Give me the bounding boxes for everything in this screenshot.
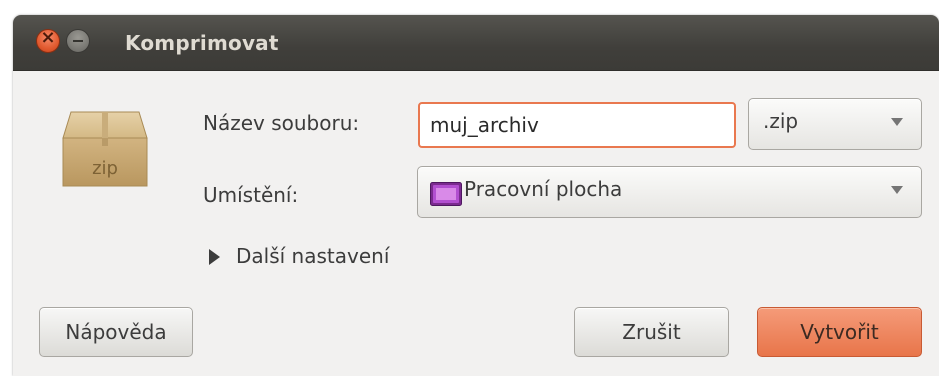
chevron-down-icon — [891, 118, 903, 126]
close-window-button[interactable] — [36, 27, 60, 53]
location-dropdown[interactable]: Pracovní plocha — [417, 166, 922, 218]
title-bar[interactable]: Komprimovat — [13, 15, 939, 71]
chevron-down-icon — [891, 186, 903, 194]
triangle-right-icon — [209, 249, 220, 265]
minimize-window-button[interactable] — [66, 29, 90, 53]
location-value: Pracovní plocha — [464, 177, 623, 201]
extension-dropdown[interactable]: .zip — [748, 98, 922, 150]
more-options-label: Další nastavení — [236, 244, 390, 268]
compress-dialog: Komprimovat zip Název souboru: .zip Umís… — [13, 15, 939, 376]
help-button[interactable]: Nápověda — [39, 307, 193, 357]
desktop-folder-icon — [430, 182, 462, 206]
zip-icon-label: zip — [92, 158, 118, 179]
create-button[interactable]: Vytvořit — [757, 307, 922, 357]
zip-archive-icon: zip — [62, 111, 148, 187]
cancel-button[interactable]: Zrušit — [574, 307, 729, 357]
filename-input[interactable] — [418, 102, 736, 148]
window-title: Komprimovat — [125, 31, 279, 55]
extension-value: .zip — [763, 109, 799, 133]
location-label: Umístění: — [203, 183, 299, 207]
filename-label: Název souboru: — [203, 111, 360, 135]
